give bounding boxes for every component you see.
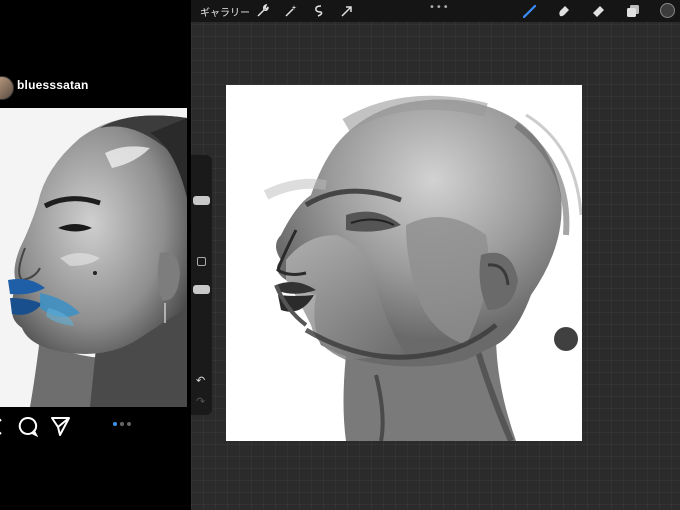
brush-size-slider[interactable]: [193, 196, 210, 205]
redo-icon[interactable]: ↷: [196, 395, 205, 408]
drawing-canvas[interactable]: [226, 85, 582, 441]
portrait-painting: [226, 85, 582, 441]
transform-arrow-icon[interactable]: [339, 3, 355, 19]
reference-portrait-image: [0, 108, 187, 407]
brush-icon[interactable]: [522, 3, 538, 19]
color-picker[interactable]: [660, 3, 675, 18]
carousel-dot: [127, 422, 131, 426]
layers-icon[interactable]: [625, 3, 641, 19]
magic-wand-icon[interactable]: [283, 3, 299, 19]
instagram-panel: bluesssatan: [0, 0, 191, 510]
carousel-dot: [120, 422, 124, 426]
post-actions: [0, 415, 191, 439]
share-icon[interactable]: [49, 415, 71, 437]
smudge-icon[interactable]: [556, 3, 572, 19]
gallery-button[interactable]: ギャラリー: [200, 4, 250, 19]
username[interactable]: bluesssatan: [17, 78, 89, 92]
modifier-button[interactable]: [554, 327, 578, 351]
opacity-slider[interactable]: [193, 285, 210, 294]
selection-icon[interactable]: [311, 3, 327, 19]
reference-photo: [0, 108, 187, 407]
undo-icon[interactable]: ↶: [196, 374, 205, 387]
wrench-icon[interactable]: [254, 3, 270, 19]
eraser-icon[interactable]: [590, 3, 606, 19]
comment-icon[interactable]: [17, 415, 39, 437]
like-icon[interactable]: [0, 415, 12, 437]
more-options[interactable]: •••: [429, 2, 450, 13]
avatar[interactable]: [0, 76, 14, 100]
carousel-dot: [113, 422, 117, 426]
modify-button[interactable]: [197, 257, 206, 266]
carousel-indicator: [113, 422, 131, 426]
